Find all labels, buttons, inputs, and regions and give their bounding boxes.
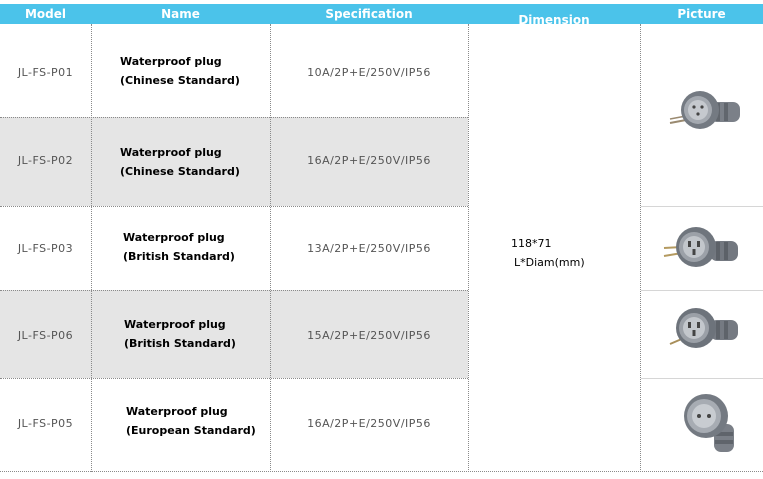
column-divider: [468, 24, 469, 472]
row-name-line1: Waterproof plug: [126, 405, 228, 418]
row-name: Waterproof plug (British Standard): [124, 315, 236, 353]
waterproof-plug-image: [663, 227, 738, 267]
header-dimension: Dimension: [518, 13, 590, 27]
header-picture: Picture: [677, 7, 726, 21]
row-divider: [0, 206, 468, 207]
header-model: Model: [24, 7, 67, 21]
row-name-line1: Waterproof plug: [120, 146, 222, 159]
waterproof-plug-image: [669, 308, 738, 348]
picture-divider: [641, 378, 763, 379]
header-name: Name: [161, 7, 200, 21]
dimension-unit: L*Diam(mm): [514, 256, 585, 269]
column-divider: [91, 24, 92, 472]
table-bottom-border: [0, 471, 763, 472]
row-name-line1: Waterproof plug: [120, 55, 222, 68]
picture-divider: [641, 206, 763, 207]
row-specification: 13A/2P+E/250V/IP56: [307, 242, 431, 255]
row-divider: [0, 378, 468, 379]
row-name: Waterproof plug (Chinese Standard): [120, 143, 240, 181]
row-specification: 15A/2P+E/250V/IP56: [307, 329, 431, 342]
picture-divider: [641, 290, 763, 291]
row-specification: 10A/2P+E/250V/IP56: [307, 66, 431, 79]
row-model: JL-FS-P01: [17, 66, 74, 79]
row-name-line2: (Chinese Standard): [120, 74, 240, 87]
row-model: JL-FS-P02: [17, 154, 74, 167]
row-name-line2: (European Standard): [126, 424, 256, 437]
row-name: Waterproof plug (European Standard): [126, 402, 256, 440]
waterproof-plug-image: [669, 91, 740, 129]
dimension-value: 118*71: [511, 237, 552, 250]
column-divider: [640, 24, 641, 472]
row-name-line2: (Chinese Standard): [120, 165, 240, 178]
row-specification: 16A/2P+E/250V/IP56: [307, 417, 431, 430]
row-name-line2: (British Standard): [123, 250, 235, 263]
row-name: Waterproof plug (Chinese Standard): [120, 52, 240, 90]
row-name-line2: (British Standard): [124, 337, 236, 350]
row-name-line1: Waterproof plug: [123, 231, 225, 244]
row-model: JL-FS-P06: [17, 329, 74, 342]
row-model: JL-FS-P05: [17, 417, 74, 430]
row-divider: [0, 290, 468, 291]
row-divider: [0, 117, 468, 118]
row-model: JL-FS-P03: [17, 242, 74, 255]
row-specification: 16A/2P+E/250V/IP56: [307, 154, 431, 167]
row-name-line1: Waterproof plug: [124, 318, 226, 331]
row-name: Waterproof plug (British Standard): [123, 228, 235, 266]
table-header: Model Name Specification Dimension Pictu…: [0, 4, 763, 27]
header-specification: Specification: [325, 7, 413, 21]
waterproof-plug-image: [684, 394, 734, 452]
